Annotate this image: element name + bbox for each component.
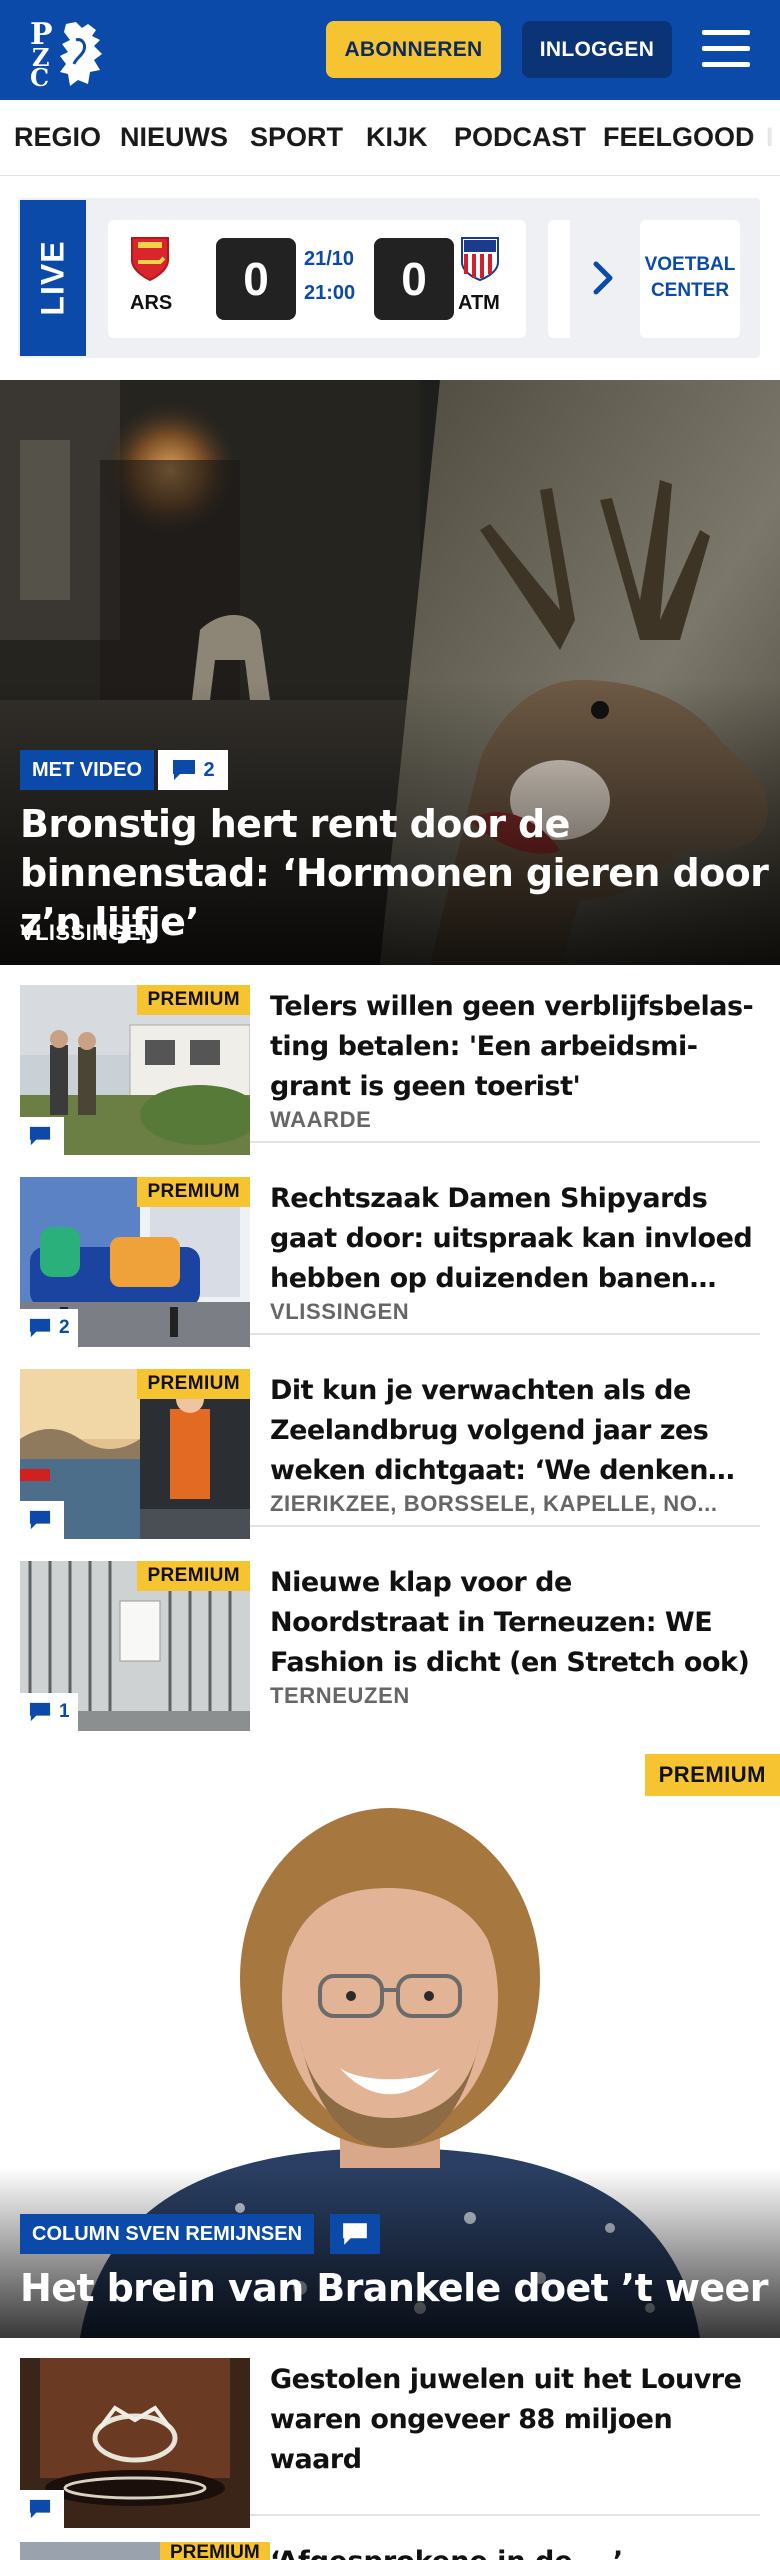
match-card[interactable]: ARS 0 21/10 21:00 0 ATM	[108, 220, 526, 338]
arsenal-crest-icon	[130, 236, 170, 282]
article-headline[interactable]: Telers willen geen verblijfsbelas­ting b…	[270, 987, 755, 1107]
article-location: TERNEUZEN	[270, 1683, 410, 1708]
hero-location: VLISSINGEN	[20, 920, 158, 945]
next-match-card-peek[interactable]	[548, 220, 570, 338]
article-thumbnail: PREMIUM	[20, 1369, 250, 1539]
column-label-badge: COLUMN SVEN REMIJNSEN	[20, 2214, 315, 2254]
comment-badge[interactable]: 1	[20, 1693, 78, 1731]
top-header: P Z C ABONNEREN INLOGGEN	[0, 0, 780, 100]
nav-item-nieuws[interactable]: NIEUWS	[120, 122, 228, 153]
match-date: 21/10	[304, 248, 355, 270]
away-team-abbr: ATM	[458, 292, 500, 314]
premium-badge: PREMIUM	[137, 1369, 250, 1399]
nav-item-podcast[interactable]: PODCAST	[454, 122, 586, 153]
article-headline[interactable]: ‘Afgesprokene in de ...’	[270, 2542, 623, 2560]
list-item[interactable]: Gestolen juwelen uit het Louvre waren on…	[20, 2338, 760, 2528]
hamburger-menu-icon[interactable]	[700, 26, 752, 72]
voetbal-center-line2: CENTER	[650, 280, 730, 301]
comment-icon	[29, 1318, 51, 1338]
comment-count-badge[interactable]: 2	[158, 750, 228, 790]
comment-badge[interactable]	[20, 1501, 64, 1539]
article-thumbnail	[20, 2358, 250, 2528]
comment-badge[interactable]	[20, 2490, 64, 2528]
nav-item-regio[interactable]: REGIO	[14, 122, 101, 153]
subscribe-button[interactable]: ABONNEREN	[326, 21, 501, 78]
video-badge: MET VIDEO	[20, 750, 155, 790]
nav-item-sport[interactable]: SPORT	[250, 122, 343, 153]
column-article[interactable]: PREMIUM COLUMN SVEN REMIJNSEN Het brein …	[0, 1748, 780, 2338]
article-location: ZIERIKZEE, BORSSELE, KAPELLE, NO...	[270, 1491, 718, 1516]
premium-badge: PREMIUM	[644, 1754, 780, 1796]
list-item[interactable]: PREMIUM Telers willen geen verblijfsbela…	[20, 965, 760, 1155]
away-score: 0	[374, 238, 454, 320]
column-headline[interactable]: Het brein van Brankele doet ’t weer	[20, 2263, 770, 2313]
home-score: 0	[216, 238, 296, 320]
voetbal-center-line1: VOETBAL	[644, 254, 736, 275]
comment-count: 2	[59, 1317, 70, 1338]
comment-icon	[29, 2499, 51, 2519]
section-nav: REGIO NIEUWS SPORT KIJK PODCAST FEELGOOD…	[0, 100, 780, 176]
live-tag: LIVE	[20, 200, 86, 356]
article-thumbnail: PREMIUM 1	[20, 1561, 250, 1731]
pzc-logo[interactable]: P Z C	[26, 14, 114, 92]
nav-item-kijk[interactable]: KIJK	[366, 122, 428, 153]
login-button[interactable]: INLOGGEN	[522, 21, 672, 78]
premium-badge: PREMIUM	[137, 1177, 250, 1207]
article-headline[interactable]: Dit kun je verwachten als de Zeelandbrug…	[270, 1371, 755, 1491]
voetbal-center-link[interactable]: VOETBAL CENTER	[640, 220, 740, 338]
live-scores-bar: LIVE ARS 0 21/10 21:00 0 ATM VOETBAL CEN…	[18, 198, 760, 358]
list-item[interactable]: PREMIUM Dit kun je verwachten als de Zee…	[20, 1349, 760, 1539]
list-item[interactable]: PREMIUM 1 Nieuwe klap voor de Noordstraa…	[20, 1541, 760, 1731]
match-time: 21:00	[304, 282, 356, 304]
comment-badge[interactable]: 2	[20, 1309, 78, 1347]
chevron-right-icon[interactable]	[590, 260, 618, 296]
comment-icon[interactable]	[330, 2214, 380, 2254]
premium-badge: PREMIUM	[137, 1561, 250, 1591]
article-location: WAARDE	[270, 1107, 372, 1132]
article-thumbnail: PREMIUM 2	[20, 1177, 250, 1347]
article-headline[interactable]: Nieuwe klap voor de Noordstraat in Terne…	[270, 1563, 755, 1683]
home-team-abbr: ARS	[130, 292, 173, 314]
svg-text:C: C	[30, 63, 49, 88]
list-item-peek[interactable]: PREMIUM ‘Afgesprokene in de ...’	[20, 2542, 760, 2560]
article-location: VLISSINGEN	[270, 1299, 410, 1324]
nav-item-feelgood[interactable]: FEELGOOD	[603, 122, 755, 153]
premium-badge: PREMIUM	[137, 985, 250, 1015]
comment-icon	[173, 760, 196, 780]
article-headline[interactable]: Rechtszaak Damen Shipyards gaat door: ui…	[270, 1179, 755, 1299]
comment-icon	[29, 1702, 51, 1722]
nav-fade	[750, 100, 780, 175]
article-headline[interactable]: Gestolen juwelen uit het Louvre waren on…	[270, 2360, 755, 2480]
comment-icon	[29, 1126, 51, 1146]
premium-badge: PREMIUM	[160, 2542, 270, 2560]
comment-count: 2	[203, 758, 215, 781]
comment-badge[interactable]	[20, 1117, 64, 1155]
article-thumbnail: PREMIUM	[20, 985, 250, 1155]
atletico-crest-icon	[460, 236, 500, 282]
comment-icon	[29, 1510, 51, 1530]
hero-article[interactable]: MET VIDEO 2 Bronstig hert rent door de b…	[0, 380, 780, 965]
comment-count: 1	[59, 1701, 70, 1722]
list-item[interactable]: PREMIUM 2 Rechtszaak Damen Shipyards gaa…	[20, 1157, 760, 1347]
